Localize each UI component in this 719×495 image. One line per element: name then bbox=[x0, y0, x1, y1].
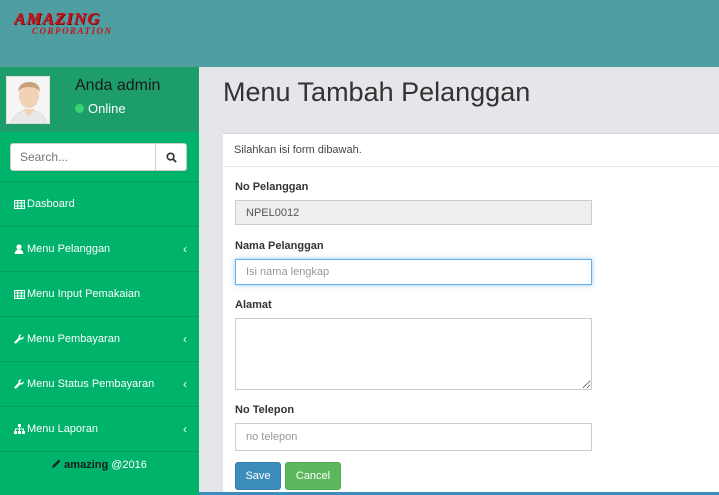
sidebar-item-label: Menu Laporan bbox=[27, 423, 98, 435]
brand-logo[interactable]: AMAZING CORPORATION bbox=[14, 10, 113, 36]
user-name: Anda admin bbox=[75, 77, 161, 94]
sidebar-item-menu-pelanggan[interactable]: Menu Pelanggan ‹ bbox=[0, 227, 199, 272]
sitemap-icon bbox=[13, 423, 25, 435]
sidebar: Anda admin Online Dasboard Menu Pelangga… bbox=[0, 67, 199, 495]
brand-logo-line1: AMAZING bbox=[14, 9, 101, 28]
alamat-field[interactable] bbox=[235, 318, 592, 390]
save-button[interactable]: Save bbox=[235, 462, 281, 490]
sidebar-item-menu-status-pembayaran[interactable]: Menu Status Pembayaran ‹ bbox=[0, 362, 199, 407]
wrench-icon bbox=[13, 333, 25, 345]
user-status-label: Online bbox=[88, 101, 126, 116]
brand-logo-line2: CORPORATION bbox=[32, 26, 113, 36]
sidebar-item-label: Menu Input Pemakaian bbox=[27, 288, 141, 300]
chevron-left-icon: ‹ bbox=[183, 422, 187, 436]
form-box: Silahkan isi form dibawah. No Pelanggan … bbox=[223, 133, 719, 495]
wrench-icon bbox=[13, 378, 25, 390]
sidebar-item-menu-pembayaran[interactable]: Menu Pembayaran ‹ bbox=[0, 317, 199, 362]
sidebar-item-label: Menu Status Pembayaran bbox=[27, 378, 155, 390]
user-avatar-icon bbox=[7, 77, 49, 123]
footer-brand: amazing bbox=[64, 459, 109, 471]
chevron-left-icon: ‹ bbox=[183, 242, 187, 256]
footer-year: @2016 bbox=[111, 459, 147, 471]
chevron-left-icon: ‹ bbox=[183, 377, 187, 391]
table-icon bbox=[13, 198, 25, 210]
no-pelanggan-field[interactable] bbox=[235, 200, 592, 225]
sidebar-item-menu-input-pemakaian[interactable]: Menu Input Pemakaian bbox=[0, 272, 199, 317]
no-pelanggan-label: No Pelanggan bbox=[235, 181, 309, 193]
sidebar-item-dasboard[interactable]: Dasboard bbox=[0, 182, 199, 227]
user-panel: Anda admin Online bbox=[0, 67, 199, 132]
cancel-button[interactable]: Cancel bbox=[285, 462, 341, 490]
pencil-icon bbox=[52, 459, 61, 471]
search-input[interactable] bbox=[10, 143, 156, 171]
online-status-icon bbox=[75, 104, 84, 113]
chevron-left-icon: ‹ bbox=[183, 332, 187, 346]
user-status: Online bbox=[75, 101, 126, 116]
nama-pelanggan-field[interactable] bbox=[235, 259, 592, 285]
alamat-label: Alamat bbox=[235, 299, 272, 311]
sidebar-item-label: Dasboard bbox=[27, 198, 75, 210]
form-instruction: Silahkan isi form dibawah. bbox=[223, 134, 719, 167]
sidebar-item-menu-laporan[interactable]: Menu Laporan ‹ bbox=[0, 407, 199, 452]
sidebar-search-form bbox=[0, 132, 199, 182]
top-navbar: AMAZING CORPORATION bbox=[0, 0, 719, 67]
search-icon bbox=[165, 151, 177, 163]
avatar bbox=[6, 76, 50, 124]
no-telepon-field[interactable] bbox=[235, 423, 592, 451]
sidebar-item-label: Menu Pelanggan bbox=[27, 243, 111, 255]
sidebar-item-label: Menu Pembayaran bbox=[27, 333, 120, 345]
no-telepon-label: No Telepon bbox=[235, 404, 295, 416]
nama-pelanggan-label: Nama Pelanggan bbox=[235, 240, 324, 252]
search-button[interactable] bbox=[155, 143, 187, 171]
page-title: Menu Tambah Pelanggan bbox=[223, 77, 531, 107]
table-icon bbox=[13, 288, 25, 300]
sidebar-footer: amazing @2016 bbox=[0, 455, 199, 475]
user-icon bbox=[13, 243, 25, 255]
